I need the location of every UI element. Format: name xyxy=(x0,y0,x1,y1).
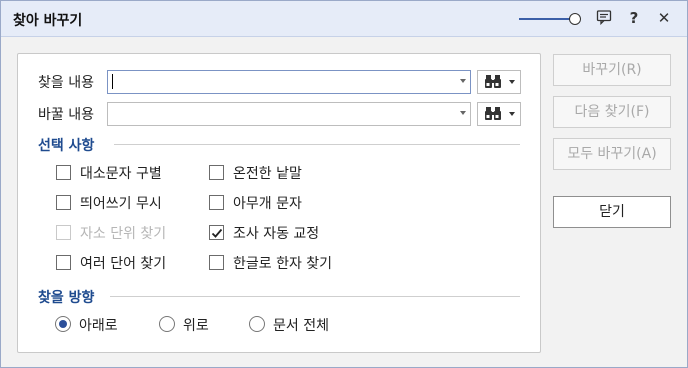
checkbox-label: 대소문자 구별 xyxy=(80,166,162,182)
radio-label: 문서 전체 xyxy=(273,318,329,334)
checkbox-particle-correction[interactable] xyxy=(209,225,224,240)
replace-label: 바꿀 내용 xyxy=(38,107,94,123)
find-label: 찾을 내용 xyxy=(38,75,94,91)
checkbox-label: 자소 단위 찾기 xyxy=(80,226,167,242)
find-replace-dialog: 찾아 바꾸기 ? ✕ 찾을 내용 바꿀 내용 선택 사항 대소문자 구별 온전한… xyxy=(0,0,688,368)
checkbox-hangul-to-hanja[interactable] xyxy=(209,255,224,270)
comment-icon[interactable] xyxy=(595,9,613,27)
divider xyxy=(114,144,520,145)
options-section-title: 선택 사항 xyxy=(38,138,95,154)
checkbox-label: 온전한 낱말 xyxy=(233,166,302,182)
checkbox-multi-word[interactable] xyxy=(56,255,71,270)
replace-all-button: 모두 바꾸기(A) xyxy=(553,138,671,170)
dialog-title: 찾아 바꾸기 xyxy=(13,13,83,29)
check-icon xyxy=(211,228,223,238)
radio-label: 아래로 xyxy=(79,318,118,334)
replace-input[interactable] xyxy=(107,102,471,126)
divider xyxy=(110,296,520,297)
radio-whole-document[interactable] xyxy=(249,316,265,332)
radio-up[interactable] xyxy=(159,316,175,332)
chevron-down-icon[interactable] xyxy=(460,79,466,83)
binoculars-icon xyxy=(485,107,501,120)
options-panel: 찾을 내용 바꿀 내용 선택 사항 대소문자 구별 온전한 낱말 띄어쓰기 무시… xyxy=(17,53,541,353)
checkbox-wildcard[interactable] xyxy=(209,195,224,210)
checkbox-label: 조사 자동 교정 xyxy=(233,226,320,242)
find-next-button: 다음 찾기(F) xyxy=(553,96,671,128)
checkbox-label: 아무개 문자 xyxy=(233,196,302,212)
direction-section-title: 찾을 방향 xyxy=(38,290,95,306)
checkbox-label: 여러 단어 찾기 xyxy=(80,256,167,272)
checkbox-whole-word[interactable] xyxy=(209,165,224,180)
checkbox-label: 한글로 한자 찾기 xyxy=(233,256,333,272)
title-bar: 찾아 바꾸기 ? ✕ xyxy=(1,1,687,37)
replace-special-button[interactable] xyxy=(477,102,521,126)
chevron-down-icon xyxy=(509,80,515,84)
radio-label: 위로 xyxy=(183,318,209,334)
slider-track xyxy=(519,18,573,20)
checkbox-label: 띄어쓰기 무시 xyxy=(80,196,162,212)
binoculars-icon xyxy=(485,75,501,88)
help-icon[interactable]: ? xyxy=(625,9,643,27)
close-button[interactable]: 닫기 xyxy=(553,196,671,228)
checkbox-jamo-search xyxy=(56,225,71,240)
find-input[interactable] xyxy=(107,70,471,94)
checkbox-ignore-spacing[interactable] xyxy=(56,195,71,210)
replace-button: 바꾸기(R) xyxy=(553,54,671,86)
zoom-slider[interactable] xyxy=(519,11,581,27)
radio-selected-dot xyxy=(59,320,67,328)
radio-down[interactable] xyxy=(55,316,71,332)
checkbox-match-case[interactable] xyxy=(56,165,71,180)
find-special-button[interactable] xyxy=(477,70,521,94)
slider-thumb[interactable] xyxy=(569,13,581,25)
close-icon[interactable]: ✕ xyxy=(655,9,673,27)
text-caret xyxy=(112,74,113,89)
chevron-down-icon[interactable] xyxy=(460,111,466,115)
chevron-down-icon xyxy=(509,112,515,116)
